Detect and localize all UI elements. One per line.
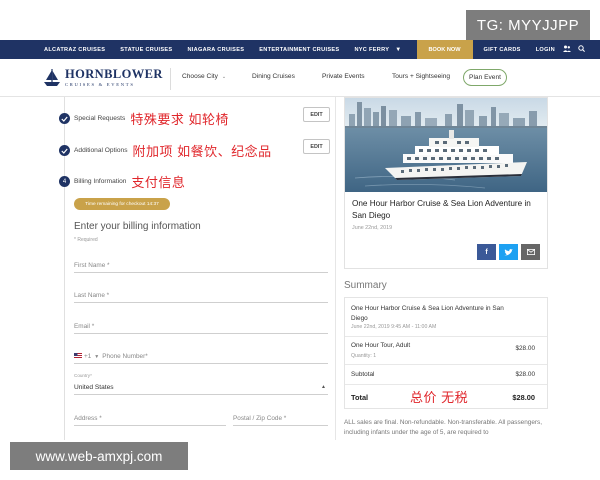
column-divider <box>335 97 336 440</box>
order-summary-column: One Hour Harbor Cruise & Sea Lion Advent… <box>344 97 548 480</box>
step-special-requests: Special Requests 特殊要求 如轮椅 <box>59 109 229 128</box>
step-additional-options: Additional Options 附加项 如餐饮、纪念品 <box>59 141 272 160</box>
required-note: * Required <box>74 237 98 243</box>
phone-placeholder: Phone Number* <box>102 353 148 360</box>
address-placeholder: Address * <box>74 415 102 422</box>
step-label: Special Requests <box>74 115 126 122</box>
check-icon <box>59 113 70 124</box>
choose-city-label: Choose City <box>182 73 218 80</box>
summary-item-title: One Hour Harbor Cruise & Sea Lion Advent… <box>351 305 504 322</box>
step-annotation: 支付信息 <box>131 175 186 190</box>
billing-title: Enter your billing information <box>74 221 201 232</box>
phone-field[interactable]: +1 ▼ Phone Number* <box>74 348 328 364</box>
chevron-down-icon[interactable]: ▼ <box>94 354 99 360</box>
ticket-name: One Hour Tour, Adult <box>351 342 411 349</box>
ship-logo-icon <box>42 68 62 88</box>
logo-subtitle: CRUISES & EVENTS <box>65 81 135 87</box>
product-date: June 22nd, 2019 <box>352 225 393 231</box>
us-flag-icon[interactable] <box>74 353 82 360</box>
harbor-cruise-photo <box>345 98 547 192</box>
nav-dining-cruises[interactable]: Dining Cruises <box>252 73 295 80</box>
chevron-down-icon: ▼ <box>395 46 402 53</box>
ticket-price: $28.00 <box>515 345 535 352</box>
summary-divider <box>345 336 547 337</box>
step-number: 4 <box>59 176 70 187</box>
subtotal-amount: $28.00 <box>515 371 535 378</box>
subtotal-label: Subtotal <box>351 371 375 378</box>
first-name-field[interactable]: First Name * <box>74 257 328 273</box>
email-field[interactable]: Email * <box>74 318 328 334</box>
summary-ticket-row: One Hour Tour, Adult $28.00 <box>351 342 541 352</box>
header-divider <box>170 68 171 90</box>
address-field[interactable]: Address * <box>74 410 226 426</box>
total-label: Total <box>351 393 369 402</box>
checkout-form-column: Special Requests 特殊要求 如轮椅 EDIT Additiona… <box>0 97 340 480</box>
nav-login[interactable]: LOGIN <box>536 47 555 53</box>
country-select[interactable]: Country* United States ▲ <box>74 373 328 395</box>
step-label: Additional Options <box>74 147 128 154</box>
postal-placeholder: Postal / Zip Code * <box>233 415 287 422</box>
nav-alcatraz-cruises[interactable]: ALCATRAZ CRUISES <box>44 47 105 53</box>
nav-nyc-ferry-label: NYC FERRY <box>354 46 390 53</box>
watermark-tag: TG: MYYJJPP <box>466 10 590 40</box>
nav-private-events[interactable]: Private Events <box>322 73 365 80</box>
step-annotation: 特殊要求 如轮椅 <box>130 112 229 127</box>
ticket-quantity: Quantity: 1 <box>351 353 377 359</box>
last-name-placeholder: Last Name * <box>74 292 110 299</box>
product-title: One Hour Harbor Cruise & Sea Lion Advent… <box>352 199 531 221</box>
step-label: Billing Information <box>74 178 127 185</box>
nav-niagara-cruises[interactable]: NIAGARA CRUISES <box>187 47 244 53</box>
summary-divider <box>345 384 547 385</box>
check-icon <box>59 145 70 156</box>
twitter-share-icon[interactable] <box>499 244 518 260</box>
caret-down-icon: ▲ <box>321 384 326 390</box>
user-icon[interactable] <box>562 45 571 54</box>
facebook-share-icon[interactable]: f <box>477 244 496 260</box>
logo-name: HORNBLOWER <box>65 67 163 82</box>
sales-disclaimer: ALL sales are final. Non-refundable. Non… <box>344 419 542 436</box>
country-label: Country* <box>74 373 92 378</box>
step-annotation: 附加项 如餐饮、纪念品 <box>132 144 272 159</box>
postal-code-field[interactable]: Postal / Zip Code * <box>233 410 328 426</box>
edit-additional-options-button[interactable]: EDIT <box>303 139 330 154</box>
email-share-icon[interactable] <box>521 244 540 260</box>
total-annotation: 总价 无税 <box>410 390 469 405</box>
first-name-placeholder: First Name * <box>74 262 110 269</box>
summary-subtotal-row: Subtotal $28.00 <box>351 371 541 378</box>
summary-item-datetime: June 22nd, 2019 9:45 AM - 11:00 AM <box>351 324 437 330</box>
choose-city-dropdown[interactable]: Choose City ⌄ <box>182 73 226 80</box>
nav-statue-cruises[interactable]: STATUE CRUISES <box>120 47 172 53</box>
nav-entertainment-cruises[interactable]: ENTERTAINMENT CRUISES <box>259 47 339 53</box>
nav-gift-cards[interactable]: GIFT CARDS <box>484 47 521 53</box>
chevron-down-icon: ⌄ <box>221 74 227 80</box>
top-navigation: ALCATRAZ CRUISES STATUE CRUISES NIAGARA … <box>0 40 600 59</box>
country-value: United States <box>74 384 114 391</box>
summary-heading: Summary <box>344 280 387 291</box>
phone-country-code: +1 <box>84 353 92 360</box>
nav-tours-sightseeing[interactable]: Tours + Sightseeing <box>392 73 450 80</box>
site-header: HORNBLOWER CRUISES & EVENTS Choose City ⌄… <box>0 59 600 97</box>
plan-event-button[interactable]: Plan Event <box>463 69 507 86</box>
last-name-field[interactable]: Last Name * <box>74 287 328 303</box>
search-icon[interactable] <box>578 45 585 54</box>
book-now-button[interactable]: BOOK NOW <box>416 40 473 59</box>
email-placeholder: Email * <box>74 323 95 330</box>
nav-nyc-ferry[interactable]: NYC FERRY ▼ <box>354 47 401 53</box>
checkout-timer-badge: Time remaining for checkout 14:37 <box>74 198 170 210</box>
step-billing-information: 4 Billing Information 支付信息 <box>59 172 185 191</box>
product-card: One Hour Harbor Cruise & Sea Lion Advent… <box>344 97 548 269</box>
hornblower-logo[interactable]: HORNBLOWER CRUISES & EVENTS <box>42 67 162 89</box>
watermark-site: www.web-amxpj.com <box>10 442 188 470</box>
total-amount: $28.00 <box>512 393 535 402</box>
edit-special-requests-button[interactable]: EDIT <box>303 107 330 122</box>
phone-input-group: +1 ▼ Phone Number* <box>74 353 148 360</box>
summary-divider <box>345 364 547 365</box>
